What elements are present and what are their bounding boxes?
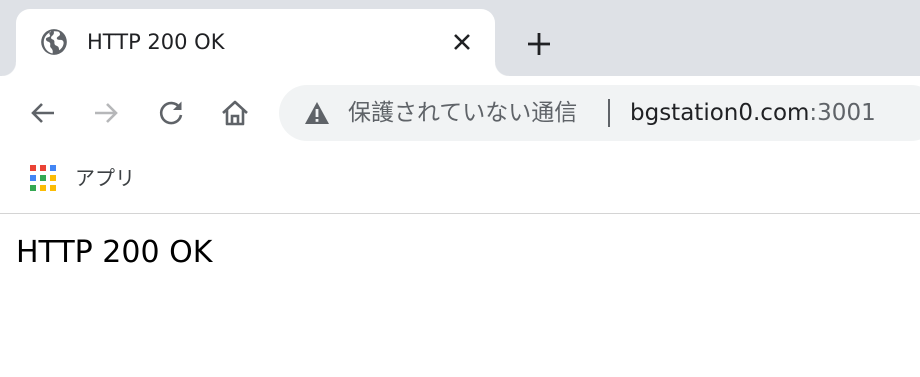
tab-active[interactable]: HTTP 200 OK: [2, 9, 509, 76]
home-icon[interactable]: [218, 96, 252, 130]
warning-triangle-icon[interactable]: [304, 101, 330, 125]
page-content: HTTP 200 OK: [0, 215, 920, 377]
tab-corner-left: [2, 62, 16, 76]
toolbar: 保護されていない通信 bgstation0.com:3001: [0, 76, 920, 152]
forward-arrow-icon[interactable]: [89, 96, 123, 130]
apps-grid-icon[interactable]: [30, 165, 56, 191]
page-body-text: HTTP 200 OK: [16, 235, 213, 270]
url-port: :3001: [809, 100, 876, 126]
url-text[interactable]: bgstation0.com:3001: [630, 98, 876, 128]
back-arrow-icon[interactable]: [26, 96, 60, 130]
bookmark-apps-label[interactable]: アプリ: [75, 164, 135, 192]
tab-corner-right: [495, 62, 509, 76]
new-tab-plus-icon[interactable]: [524, 29, 554, 59]
security-status-label[interactable]: 保護されていない通信: [348, 98, 577, 128]
url-host: bgstation0.com: [630, 100, 810, 126]
reload-icon[interactable]: [154, 96, 188, 130]
close-icon[interactable]: [450, 30, 474, 54]
tab-strip: HTTP 200 OK: [0, 0, 920, 76]
tab-title: HTTP 200 OK: [87, 30, 225, 54]
bookmarks-bar: アプリ: [0, 152, 920, 214]
globe-icon: [41, 29, 67, 55]
omnibox-separator: [608, 99, 610, 127]
address-bar[interactable]: 保護されていない通信 bgstation0.com:3001: [279, 85, 920, 141]
